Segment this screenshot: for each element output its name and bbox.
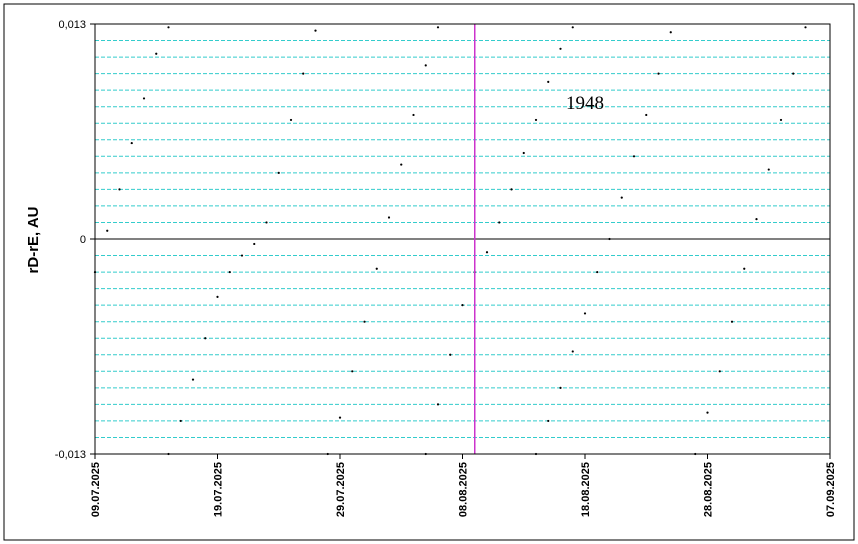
data-point [204,337,207,340]
data-point [436,403,440,406]
x-tick-label: 08.08.2025 [458,462,470,517]
data-point [485,251,489,254]
y-tick-label: -0,013 [55,449,86,461]
data-point [559,386,562,389]
data-point [792,72,795,75]
x-tick-label: 29.07.2025 [335,462,347,517]
data-point [547,419,550,423]
data-point [142,97,146,100]
data-point [449,353,452,356]
data-point [767,168,770,171]
data-point [167,26,170,29]
data-point [632,155,636,158]
x-tick-label: 09.07.2025 [90,462,102,517]
y-axis-label: rD-rE, AU [25,207,42,274]
data-point [412,113,415,117]
data-point [277,171,280,174]
data-point [596,270,599,274]
data-point [461,304,464,307]
data-point [191,378,195,381]
chart-figure: 0,013 0 -0,013 09.07.2025 19.07.2025 29.07.2… [3,3,855,541]
data-point [498,221,501,224]
data-point [216,295,219,298]
x-tick-label: 28.08.2025 [703,462,715,517]
data-point [375,267,378,270]
data-point [620,196,623,199]
data-point [547,80,550,83]
data-point [559,47,562,50]
data-point [510,188,513,191]
data-point [240,254,244,257]
data-point [155,52,158,55]
x-tick-label: 19.07.2025 [213,462,225,517]
data-point [718,370,721,373]
data-point [400,163,403,166]
data-point [338,416,342,419]
data-point [302,72,305,75]
data-point [657,72,660,75]
data-point [314,29,317,32]
x-tick-label: 18.08.2025 [580,462,592,517]
data-point [571,350,574,353]
data-point [118,188,121,191]
data-point [130,141,133,145]
data-point [265,221,268,224]
data-point [534,118,538,122]
data-point [228,270,231,274]
data-point [106,229,109,232]
data-point [583,312,587,315]
x-tick-label: 07.09.2025 [825,462,837,517]
data-point [387,216,391,219]
data-point [351,370,354,373]
y-tick-label: 0,013 [58,19,86,31]
data-point [669,31,672,34]
data-point [289,118,293,122]
data-point [779,118,783,122]
data-point [730,320,734,323]
data-point [363,320,366,323]
data-point [571,26,574,29]
data-point [804,26,807,29]
data-point [706,411,709,414]
data-point [645,113,648,117]
y-tick-label: 0 [80,234,86,246]
data-point [436,26,440,29]
data-point [522,151,525,155]
annotation-label: 1948 [566,93,604,114]
data-point [755,218,758,221]
data-point [179,419,182,423]
data-point [424,64,427,67]
data-point [743,267,746,270]
data-point [253,242,256,246]
